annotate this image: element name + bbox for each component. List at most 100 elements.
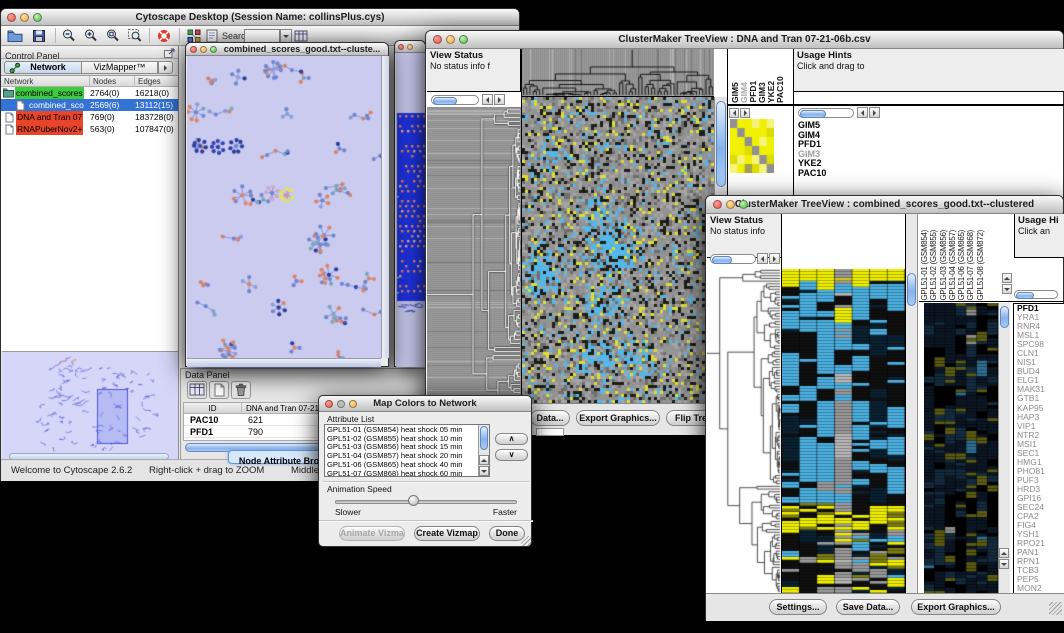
- zoom-out-icon[interactable]: [61, 28, 79, 45]
- zoom-fit-icon[interactable]: [105, 28, 123, 45]
- create-vizmap-button[interactable]: Create Vizmap: [414, 526, 480, 541]
- scroll-left-button[interactable]: [757, 253, 768, 264]
- minimize-icon[interactable]: [20, 13, 29, 22]
- network-row[interactable]: combined_scores2764(0)16218(0): [1, 87, 178, 99]
- close-icon[interactable]: [433, 35, 442, 44]
- scroll-right-button[interactable]: [740, 108, 750, 118]
- close-icon[interactable]: [713, 200, 722, 209]
- network-canvas[interactable]: [396, 53, 426, 367]
- cluster-minimap-canvas[interactable]: [730, 119, 774, 173]
- minimize-icon[interactable]: [407, 44, 413, 50]
- close-icon[interactable]: [190, 46, 197, 53]
- scroll-down-button[interactable]: [999, 559, 1009, 569]
- network-row[interactable]: RNAPuberNov2+563(0)107847(0): [1, 123, 178, 135]
- table-icon[interactable]: [187, 381, 207, 399]
- zoom-icon[interactable]: [33, 13, 42, 22]
- labels-hscrollbar[interactable]: [1014, 290, 1058, 299]
- zoom-in-icon[interactable]: [83, 28, 101, 45]
- dendrogram-hscrollbar[interactable]: [710, 254, 756, 264]
- scrollbar-thumb[interactable]: [716, 101, 726, 187]
- dendrogram-hscrollbar[interactable]: [431, 95, 479, 105]
- network-row[interactable]: DNA and Tran 07769(0)183728(0): [1, 111, 178, 123]
- tab-network[interactable]: Network: [4, 61, 82, 74]
- close-icon[interactable]: [7, 13, 16, 22]
- close-icon[interactable]: [398, 44, 404, 50]
- row-dendrogram-canvas[interactable]: [427, 107, 521, 403]
- scroll-up-button[interactable]: [1002, 273, 1012, 283]
- scroll-right-button[interactable]: [494, 94, 505, 105]
- minimize-icon[interactable]: [446, 35, 455, 44]
- title-bar[interactable]: ClusterMaker TreeView : combined_scores_…: [706, 196, 1063, 214]
- row-dendrogram-canvas[interactable]: [707, 269, 781, 593]
- scroll-right-button[interactable]: [869, 107, 880, 118]
- export-graphics-button[interactable]: Export Graphics...: [911, 599, 1001, 615]
- scroll-down-button[interactable]: [1002, 284, 1012, 294]
- export-graphics-button[interactable]: Export Graphics...: [576, 410, 660, 426]
- search-dropdown-button[interactable]: [280, 29, 292, 43]
- float-icon[interactable]: [163, 46, 176, 59]
- attribute-item[interactable]: GPL51-07 (GSM868) heat shock 60 min: [325, 470, 477, 477]
- trash-icon[interactable]: [231, 381, 251, 399]
- title-bar[interactable]: Cytoscape Desktop (Session Name: collins…: [1, 9, 519, 26]
- scroll-right-button[interactable]: [769, 253, 780, 264]
- slider-thumb[interactable]: [408, 495, 419, 506]
- scrollbar-thumb[interactable]: [712, 256, 732, 264]
- network-row[interactable]: combined_sco2569(6)13112(15): [1, 99, 178, 111]
- zoom-icon[interactable]: [349, 400, 357, 408]
- close-icon[interactable]: [325, 400, 333, 408]
- scrollbar-thumb[interactable]: [1016, 292, 1034, 299]
- scroll-down-button[interactable]: [479, 466, 489, 476]
- heatmap-canvas[interactable]: [782, 269, 905, 593]
- done-button[interactable]: Done: [489, 526, 525, 541]
- heatmap-canvas[interactable]: [522, 97, 714, 403]
- list-vscrollbar[interactable]: [478, 425, 489, 476]
- column-dendrogram-canvas[interactable]: [522, 49, 714, 96]
- scrollbar-thumb[interactable]: [480, 426, 488, 450]
- labels-hscrollbar[interactable]: [798, 108, 854, 118]
- selection-heatmap-canvas[interactable]: [924, 303, 998, 593]
- network-canvas[interactable]: [187, 56, 381, 358]
- network-overview-canvas[interactable]: [2, 351, 178, 459]
- save-data-button[interactable]: Data...: [530, 410, 570, 426]
- resize-grip[interactable]: [521, 536, 531, 546]
- scroll-left-button[interactable]: [857, 107, 868, 118]
- heatmap-vscrollbar[interactable]: [906, 214, 918, 593]
- zoom-icon[interactable]: [739, 200, 748, 209]
- scroll-left-button[interactable]: [482, 94, 493, 105]
- zoom-icon[interactable]: [459, 35, 468, 44]
- settings-button[interactable]: Settings...: [769, 599, 827, 615]
- scrollbar-thumb[interactable]: [1000, 306, 1009, 328]
- save-icon[interactable]: [31, 28, 49, 45]
- zoom-selected-icon[interactable]: [127, 28, 145, 45]
- scrollbar-thumb[interactable]: [433, 97, 457, 105]
- minimize-icon[interactable]: [726, 200, 735, 209]
- save-data-button[interactable]: Save Data...: [836, 599, 900, 615]
- search-input[interactable]: [244, 29, 280, 43]
- zoom-icon[interactable]: [210, 46, 217, 53]
- tab-overflow-button[interactable]: [158, 61, 173, 74]
- network-hscrollbar[interactable]: [187, 358, 381, 367]
- animate-vizmap-button[interactable]: Animate Vizmap: [339, 526, 405, 541]
- title-bar[interactable]: ClusterMaker TreeView : DNA and Tran 07-…: [426, 31, 1063, 49]
- attribute-listbox[interactable]: GPL51-01 (GSM854) heat shock 05 minGPL51…: [324, 424, 490, 477]
- animation-slider[interactable]: [335, 500, 517, 504]
- tab-vizmapper[interactable]: VizMapper™: [82, 61, 158, 74]
- move-up-button[interactable]: ∧: [495, 433, 528, 445]
- title-bar[interactable]: Map Colors to Network: [319, 396, 531, 412]
- scroll-up-button[interactable]: [479, 455, 489, 465]
- network-vscrollbar[interactable]: [381, 56, 389, 358]
- column-header[interactable]: ID: [184, 403, 242, 414]
- scrollbar-thumb[interactable]: [907, 273, 916, 306]
- scroll-up-button[interactable]: [999, 548, 1009, 558]
- minimize-icon[interactable]: [200, 46, 207, 53]
- lifesaver-icon[interactable]: [156, 28, 174, 45]
- scrollbar-thumb[interactable]: [800, 110, 826, 118]
- new-document-icon[interactable]: [209, 381, 229, 399]
- scroll-left-button[interactable]: [729, 108, 739, 118]
- resize-grip[interactable]: [1049, 602, 1062, 615]
- move-down-button[interactable]: ∨: [495, 449, 528, 461]
- title-bar[interactable]: combined_scores_good.txt--cluste...: [186, 43, 388, 56]
- folder-open-icon[interactable]: [7, 28, 25, 45]
- minimize-icon[interactable]: [337, 400, 345, 408]
- column-header[interactable]: Edges: [134, 76, 179, 87]
